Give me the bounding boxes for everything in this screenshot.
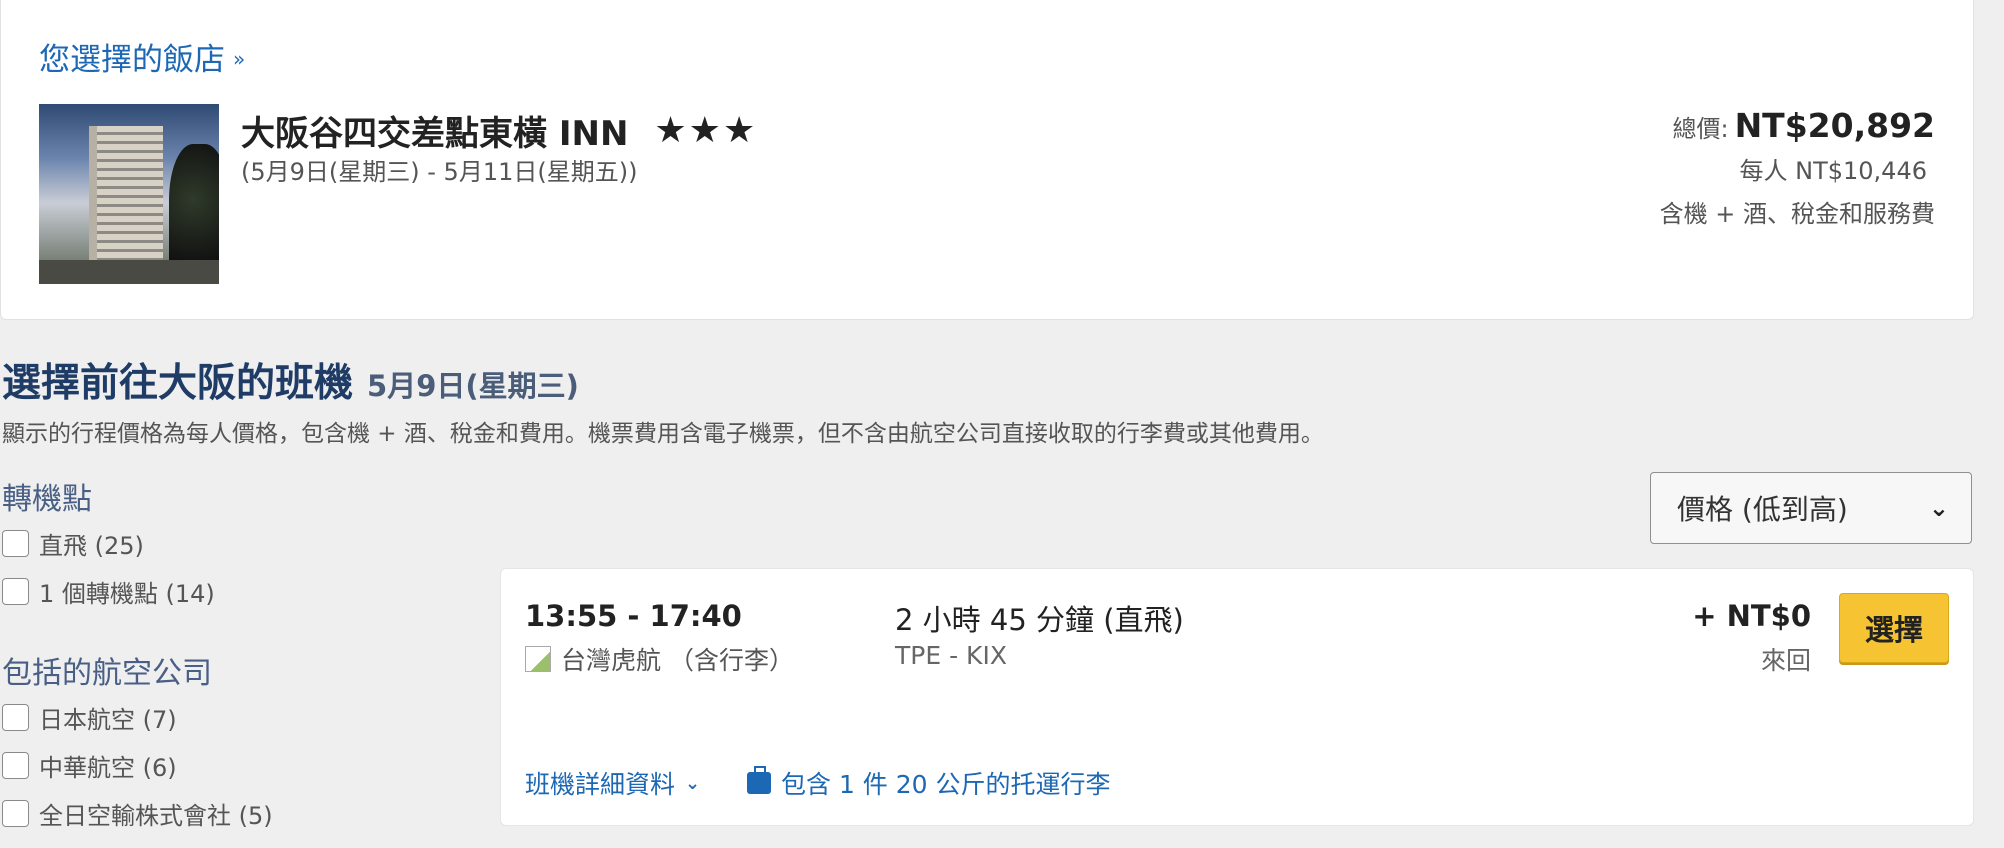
price-includes-note: 含機 + 酒、稅金和服務費 [1659,200,1935,228]
flight-price: + NT$0 [1692,599,1811,633]
filter-label[interactable]: 中華航空 (6) [39,748,177,783]
flights-section-title: 選擇前往大阪的班機 5月9日(星期三) [2,352,579,408]
flight-airline: 台灣虎航 （含行李） [525,641,794,677]
hotel-price-box: 總價: NT$20,892 每人 NT$10,446 含機 + 酒、稅金和服務費 [1660,106,1935,229]
filter-label[interactable]: 日本航空 (7) [39,700,177,735]
chevron-down-icon[interactable]: ⌄ [1929,494,1949,522]
filter-airline-jal[interactable]: 日本航空 (7) [2,700,177,735]
flight-result-card: 13:55 - 17:40 台灣虎航 （含行李） 2 小時 45 分鐘 (直飛)… [500,568,1974,826]
filter-label[interactable]: 1 個轉機點 (14) [39,574,215,609]
total-price-value: NT$20,892 [1734,106,1935,145]
checkbox[interactable] [2,752,29,779]
flight-price-type: 來回 [1760,646,1811,675]
hotel-name-row: 大阪谷四交差點東橫 INN ★★★ [241,106,757,155]
airlines-filter-heading: 包括的航空公司 [2,656,212,691]
selected-hotel-card: 您選擇的飯店 » 大阪谷四交差點東橫 INN ★★★ (5月9日(星期三) - … [0,0,1974,320]
hotel-dates: (5月9日(星期三) - 5月11日(星期五)) [241,158,638,186]
baggage-info[interactable]: 包含 1 件 20 公斤的托運行李 [747,765,1111,801]
flight-route: TPE - KIX [895,641,1007,670]
hotel-photo [39,104,219,284]
selected-hotel-toggle[interactable]: 您選擇的飯店 » [39,34,245,79]
flight-details-toggle[interactable]: 班機詳細資料 ⌄ [525,765,700,801]
flights-date: 5月9日(星期三) [367,369,579,403]
checkbox[interactable] [2,704,29,731]
luggage-icon [747,766,771,794]
checkbox[interactable] [2,800,29,827]
selected-hotel-label[interactable]: 您選擇的飯店 [39,34,225,79]
flights-heading: 選擇前往大阪的班機 [2,361,354,406]
filter-label[interactable]: 全日空輸株式會社 (5) [39,796,273,831]
total-price: 總價: NT$20,892 [1660,106,1935,145]
sort-selected-value[interactable]: 價格 (低到高) [1677,488,1848,528]
flight-details-label[interactable]: 班機詳細資料 [525,765,675,801]
airline-name: 台灣虎航 （含行李） [561,646,794,675]
sort-dropdown[interactable]: 價格 (低到高) ⌄ [1650,472,1972,544]
chevron-double-down-icon[interactable]: » [233,49,245,69]
checkbox[interactable] [2,530,29,557]
filter-label[interactable]: 直飛 (25) [39,526,144,561]
flight-time: 13:55 - 17:40 [525,599,742,633]
checkbox[interactable] [2,578,29,605]
airline-logo-icon [525,646,551,672]
per-person-price: 每人 NT$10,446 [1739,157,1928,185]
filter-nonstop[interactable]: 直飛 (25) [2,526,144,561]
star-rating-icon: ★★★ [654,110,758,151]
chevron-down-icon[interactable]: ⌄ [685,773,700,794]
stops-filter-heading: 轉機點 [2,482,92,517]
select-flight-button[interactable]: 選擇 [1839,593,1949,663]
hotel-name: 大阪谷四交差點東橫 INN [241,114,629,154]
total-price-label: 總價: [1672,115,1729,143]
flight-duration: 2 小時 45 分鐘 (直飛) [895,603,1184,637]
filter-one-stop[interactable]: 1 個轉機點 (14) [2,574,215,609]
baggage-label[interactable]: 包含 1 件 20 公斤的托運行李 [781,765,1111,801]
pricing-note: 顯示的行程價格為每人價格，包含機 + 酒、稅金和費用。機票費用含電子機票，但不含… [2,421,1324,447]
filter-airline-china-airlines[interactable]: 中華航空 (6) [2,748,177,783]
filter-airline-ana[interactable]: 全日空輸株式會社 (5) [2,796,273,831]
